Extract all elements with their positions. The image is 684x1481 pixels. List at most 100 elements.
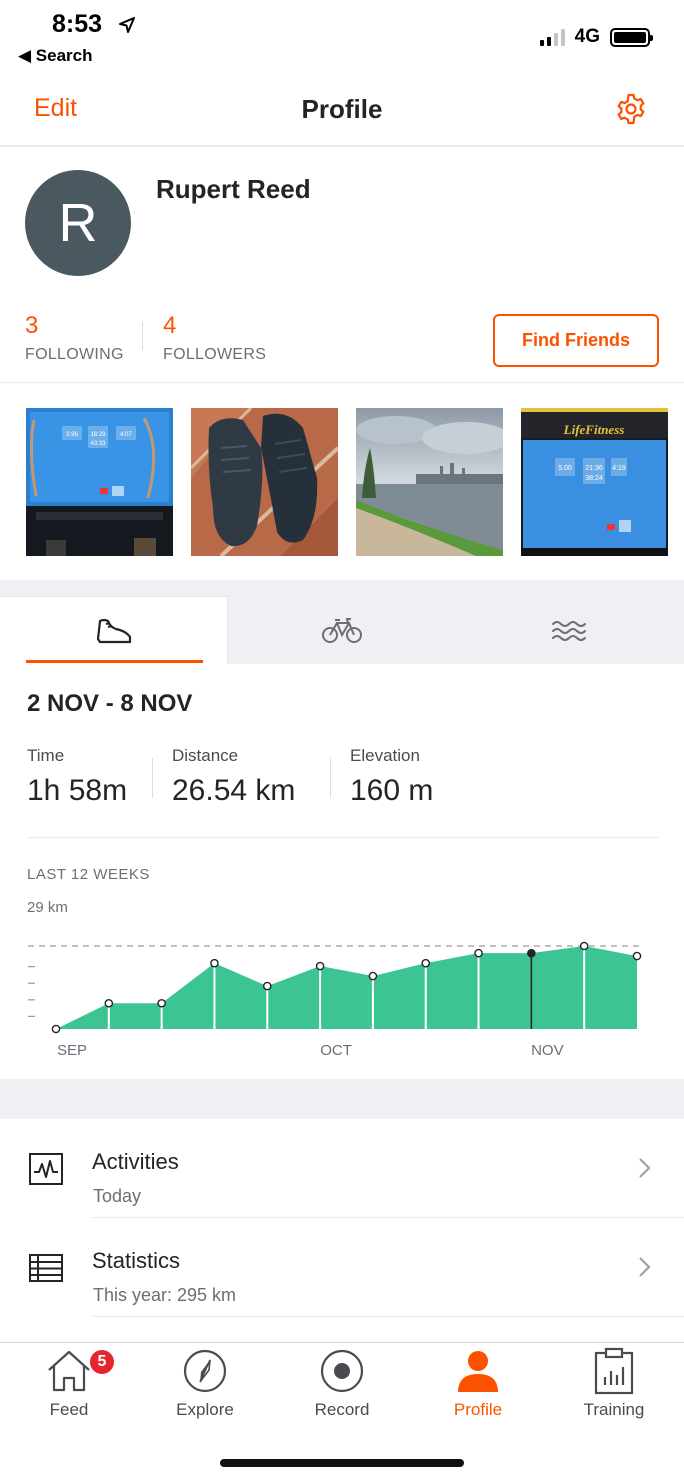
header-divider: [0, 145, 684, 147]
tabbar-record[interactable]: Record: [287, 1346, 397, 1426]
status-time: 8:53: [52, 10, 103, 38]
svg-text:5.00: 5.00: [558, 465, 572, 472]
chart-point: [368, 971, 378, 981]
tabbar-record-label: Record: [314, 1400, 370, 1419]
svg-text:43:33: 43:33: [90, 441, 106, 447]
swim-icon: [552, 621, 586, 641]
svg-text:21:36: 21:36: [585, 465, 603, 472]
profile-divider: [0, 382, 684, 383]
bike-icon: [322, 618, 362, 643]
person-icon: [458, 1351, 498, 1392]
stat-time: Time 1h 58m: [27, 746, 127, 808]
chart-point: [262, 981, 272, 991]
stat-time-value: 1h 58m: [27, 774, 128, 807]
chart-x-label: OCT: [320, 1042, 352, 1059]
svg-text:4:19: 4:19: [612, 465, 626, 472]
followers-label: FOLLOWERS: [163, 346, 267, 363]
chart-area: [56, 946, 637, 1029]
tabbar-feed-label: Feed: [49, 1400, 89, 1419]
stat-divider: [152, 758, 153, 798]
svg-text:3.96: 3.96: [66, 432, 78, 438]
compass-icon: [183, 1349, 227, 1393]
tabbar-training-label: Training: [583, 1400, 645, 1419]
chart-point: [579, 941, 589, 951]
feed-notification-badge: 5: [88, 1348, 116, 1376]
network-type: 4G: [574, 26, 600, 47]
find-friends-button[interactable]: Find Friends: [493, 314, 659, 367]
life-fitness-logo: LifeFitness: [563, 422, 625, 437]
activity-graph-icon: [29, 1153, 63, 1185]
tabbar-training[interactable]: Training: [559, 1346, 669, 1426]
stat-elevation: Elevation 160 m: [350, 746, 433, 808]
back-to-search[interactable]: ◀ Search: [18, 46, 93, 66]
stat-divider: [330, 758, 331, 798]
tabbar-explore[interactable]: Explore: [150, 1346, 260, 1426]
run-shoe-icon: [96, 618, 131, 643]
section-gap: [0, 1079, 684, 1119]
stats-divider: [27, 837, 659, 838]
tabbar-explore-label: Explore: [176, 1400, 234, 1419]
following-count: 3: [25, 312, 39, 339]
followers-count: 4: [163, 312, 177, 339]
table-icon: [29, 1254, 63, 1282]
chart-point: [51, 1024, 61, 1034]
chart-point: [315, 961, 325, 971]
chevron-right-icon: [639, 1158, 651, 1178]
record-icon: [320, 1349, 364, 1393]
svg-text:4:07: 4:07: [120, 432, 132, 438]
home-indicator: [220, 1459, 464, 1467]
photo-running-shoes[interactable]: [191, 408, 338, 556]
photo-treadmill-screen[interactable]: 3.96 16:29 4:07 43:33: [26, 408, 173, 556]
chart-y-ticks: [28, 965, 35, 1018]
svg-text:16:29: 16:29: [90, 432, 106, 438]
chevron-right-icon: [639, 1257, 651, 1277]
stat-distance-value: 26.54 km: [172, 774, 296, 807]
following-label: FOLLOWING: [25, 346, 124, 363]
signal-icon: [539, 28, 565, 46]
battery-icon: [610, 27, 653, 47]
home-icon: [48, 1350, 90, 1392]
profile-name: Rupert Reed: [156, 174, 311, 204]
week-range: 2 NOV - 8 NOV: [27, 690, 193, 717]
tabbar-profile[interactable]: Profile: [423, 1346, 533, 1426]
tab-swim[interactable]: [456, 596, 684, 664]
stat-divider: [142, 322, 143, 350]
menu-divider: [92, 1316, 684, 1317]
menu-activities-title: Activities: [92, 1149, 179, 1174]
stat-time-label: Time: [27, 746, 65, 765]
gear-icon[interactable]: [614, 92, 648, 126]
chart-x-labels: SEP OCT NOV: [57, 1042, 564, 1059]
chart-max-label: 29 km: [27, 899, 68, 916]
stat-elevation-value: 160 m: [350, 774, 434, 807]
status-indicators: 4G: [539, 26, 653, 48]
photo-river-view[interactable]: [356, 408, 503, 556]
clipboard-chart-icon: [594, 1347, 634, 1395]
chart-point: [527, 948, 536, 958]
tab-run[interactable]: [0, 596, 228, 664]
following-stat[interactable]: 3 FOLLOWING: [25, 312, 124, 364]
chart-point: [474, 948, 483, 958]
tabbar-profile-label: Profile: [453, 1400, 503, 1419]
chart-title: LAST 12 WEEKS: [27, 866, 150, 883]
page-title: Profile: [301, 94, 383, 124]
weekly-distance-chart[interactable]: SEP OCT NOV: [20, 930, 664, 1065]
menu-statistics-title: Statistics: [92, 1248, 181, 1273]
svg-text:38:24: 38:24: [585, 475, 603, 482]
active-tab-indicator: [26, 660, 203, 663]
chart-point: [421, 958, 431, 968]
menu-statistics-subtitle: This year: 295 km: [93, 1285, 237, 1305]
menu-activities-subtitle: Today: [93, 1186, 142, 1206]
stat-distance-label: Distance: [172, 746, 239, 765]
chart-x-label: NOV: [531, 1042, 564, 1059]
stat-elevation-label: Elevation: [350, 746, 420, 765]
stat-distance: Distance 26.54 km: [172, 746, 295, 808]
chart-point: [632, 951, 642, 961]
tab-ride[interactable]: [228, 596, 456, 664]
avatar[interactable]: R: [25, 170, 131, 276]
chart-x-label: SEP: [57, 1042, 87, 1059]
chart-point: [210, 958, 219, 968]
chart-point: [104, 998, 114, 1008]
chart-point: [157, 998, 166, 1008]
followers-stat[interactable]: 4 FOLLOWERS: [163, 312, 266, 364]
photo-life-fitness-treadmill[interactable]: LifeFitness 5.00 21:36 4:19 38:24: [521, 408, 668, 556]
